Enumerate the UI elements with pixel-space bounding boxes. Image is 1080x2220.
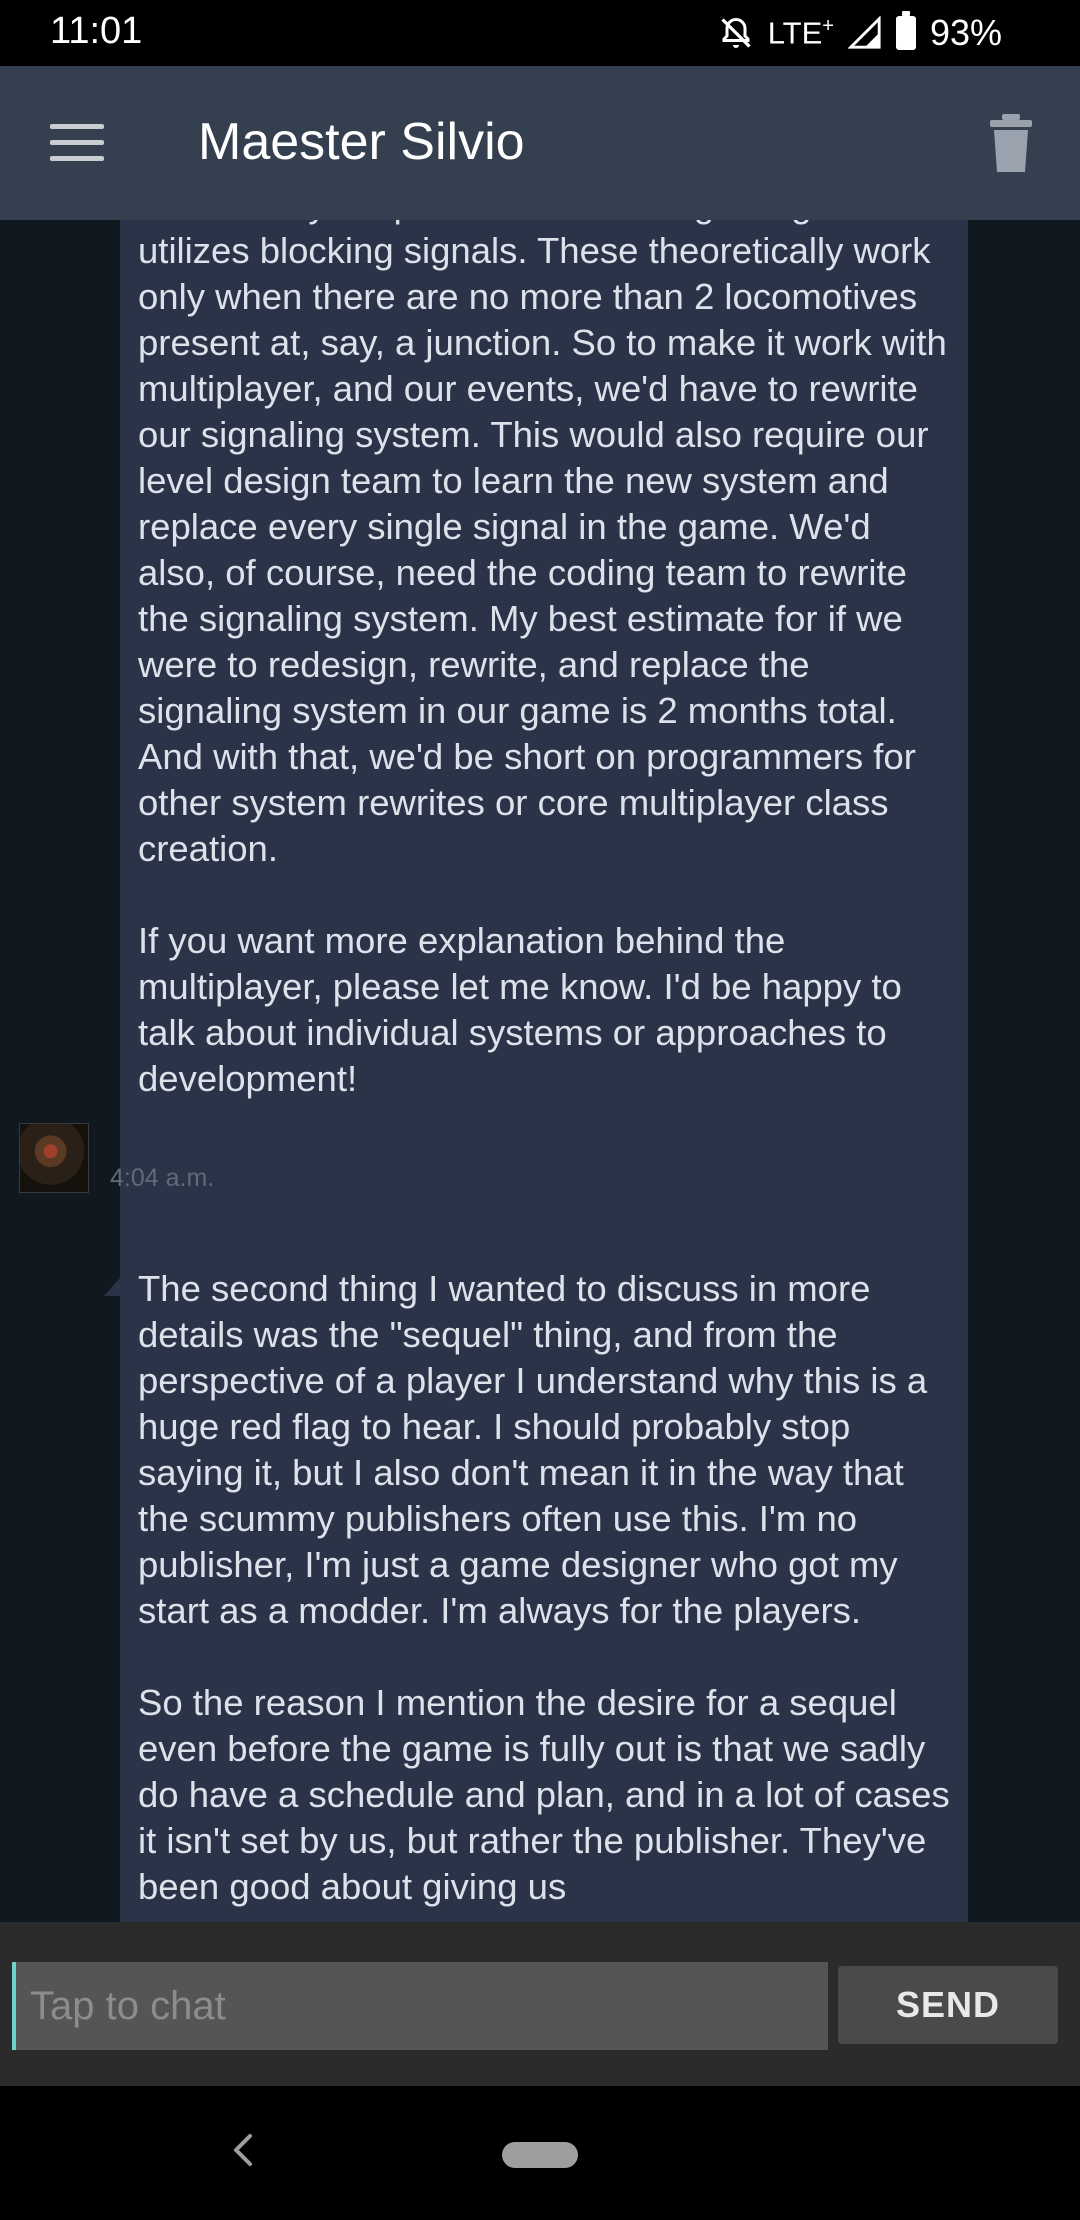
back-icon[interactable] (228, 2130, 258, 2170)
send-button[interactable]: SEND (838, 1966, 1058, 2044)
status-time: 11:01 (50, 10, 143, 52)
message-timestamp: 4:04 a.m. (110, 1164, 215, 1192)
trash-icon[interactable] (988, 112, 1034, 174)
mute-icon (721, 17, 751, 48)
menu-icon[interactable] (50, 124, 104, 161)
network-type: LTE+ (767, 14, 834, 51)
battery-icon (895, 11, 916, 50)
home-pill[interactable] (502, 2142, 578, 2168)
status-bar: 11:01 LTE+ 93% (0, 0, 1080, 66)
chat-input[interactable] (12, 1962, 828, 2050)
page-title: Maester Silvio (198, 113, 525, 171)
signal-icon (847, 16, 881, 49)
chat-log[interactable]: have a very simplified version of signal… (0, 220, 1080, 1922)
system-nav-bar (0, 2086, 1080, 2220)
battery-percent: 93% (929, 12, 1002, 53)
app-header: Maester Silvio (0, 66, 1080, 220)
message-bubble: The second thing I wanted to discuss in … (120, 1238, 968, 1922)
status-icons: LTE+ 93% (718, 10, 1002, 56)
chat-input-bar: SEND (0, 1922, 1080, 2086)
message-bubble: have a very simplified version of signal… (104, 220, 968, 1296)
avatar[interactable] (19, 1123, 89, 1193)
